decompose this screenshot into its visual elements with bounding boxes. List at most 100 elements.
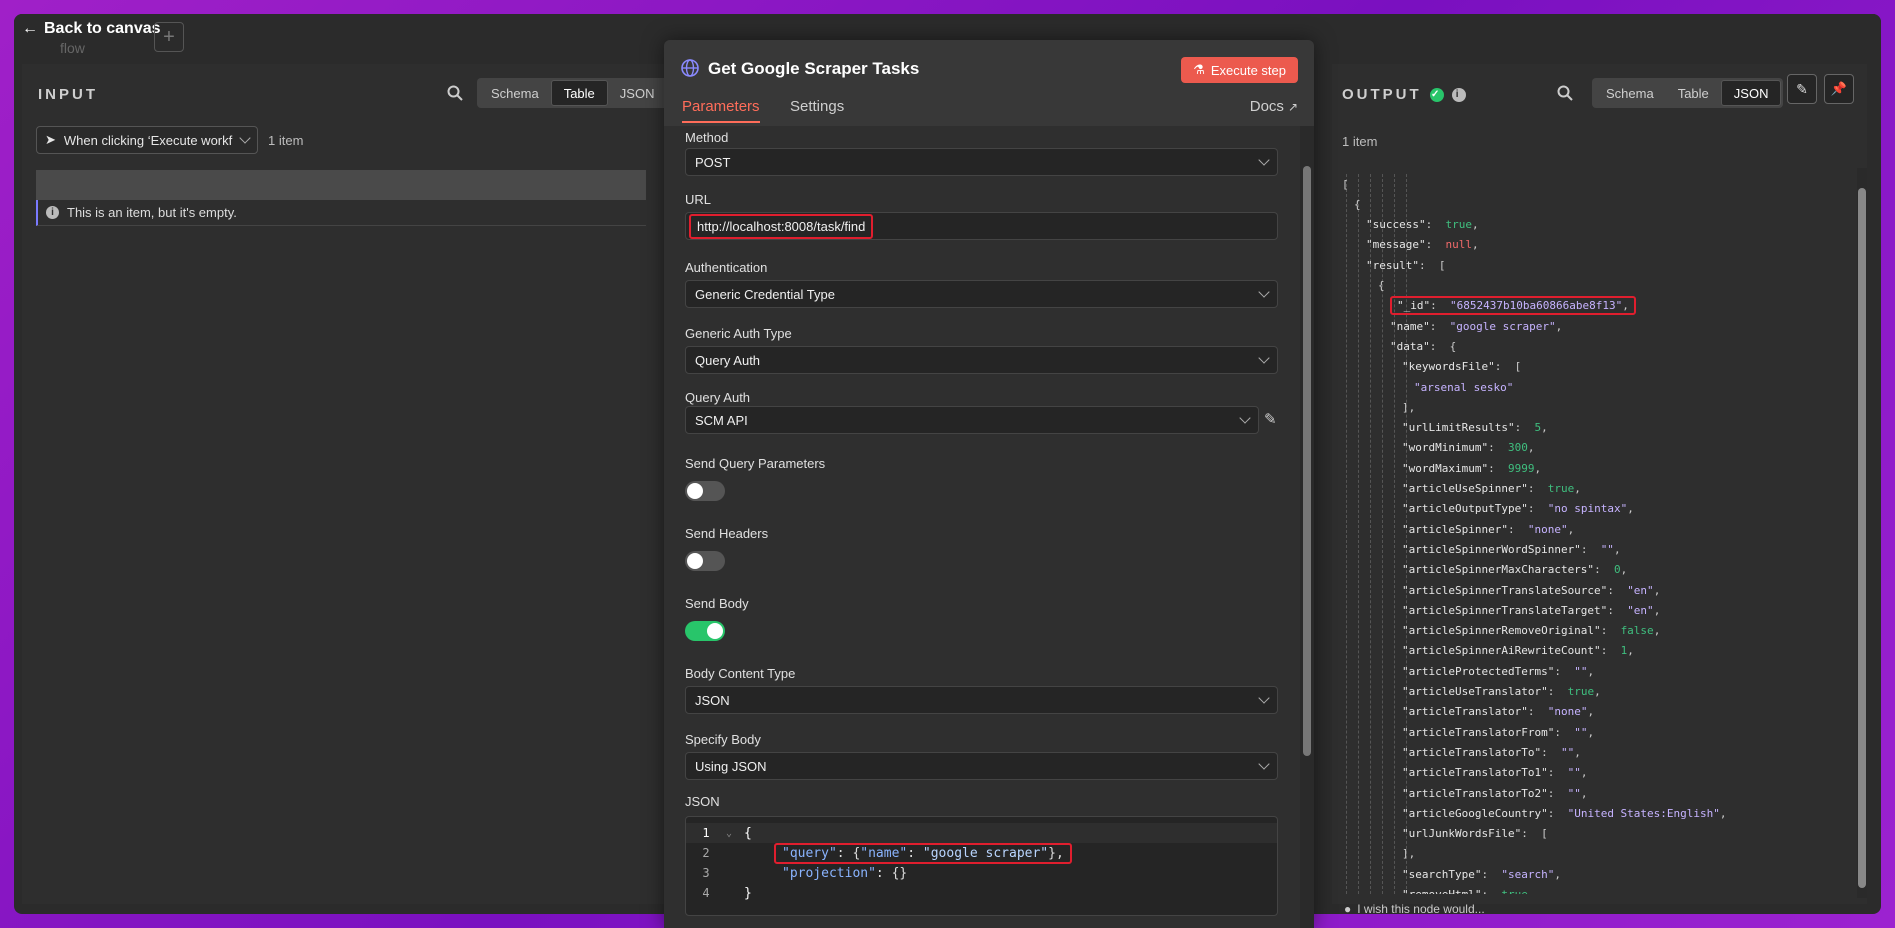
json-key: "urlJunkWordsFile": [1402, 827, 1522, 841]
feedback-row[interactable]: ● I wish this node would...: [1344, 902, 1485, 914]
json-line: "articleTranslator": "none",: [1402, 702, 1594, 722]
parameters-scrollbar[interactable]: [1300, 126, 1314, 928]
json-content: "wordMaximum": 9999,: [1402, 462, 1541, 475]
json-line: {: [1378, 276, 1385, 296]
authentication-select[interactable]: Generic Credential Type: [685, 280, 1278, 308]
json-line: "articleSpinner": "none",: [1402, 519, 1574, 539]
empty-item-row: i This is an item, but it's empty.: [36, 200, 646, 226]
output-scrollbar[interactable]: [1857, 168, 1867, 898]
body-content-type-select[interactable]: JSON: [685, 686, 1278, 714]
json-line: {: [1354, 194, 1361, 214]
json-comma: ,: [1587, 725, 1595, 739]
json-line: "articleUseTranslator": true,: [1402, 682, 1601, 702]
json-line: "success": true,: [1366, 215, 1479, 235]
output-item-count: 1 item: [1342, 134, 1378, 149]
parameters-scrollbar-thumb[interactable]: [1303, 166, 1311, 756]
json-line: ],: [1402, 397, 1415, 417]
edit-credential-icon[interactable]: ✎: [1264, 410, 1277, 428]
json-comma: ,: [1580, 766, 1588, 780]
node-title[interactable]: Get Google Scraper Tasks: [708, 59, 919, 79]
code-text: }: [744, 885, 752, 901]
indent-guide: [1394, 174, 1395, 894]
chevron-down-icon: [1258, 154, 1270, 166]
output-scrollbar-thumb[interactable]: [1858, 188, 1866, 888]
json-line: "articleSpinnerTranslateSource": "en",: [1402, 580, 1660, 600]
input-view-json[interactable]: JSON: [608, 80, 667, 106]
json-id-highlight: "_id": "6852437b10ba60866abe8f13",: [1390, 296, 1636, 316]
json-value: "": [1567, 786, 1581, 800]
json-value: ],: [1402, 847, 1416, 861]
json-body-editor[interactable]: 1 ⌄ { 2 "query": {"name": "google scrape…: [685, 816, 1278, 916]
json-comma: ,: [1567, 522, 1575, 536]
json-value: "none": [1527, 522, 1568, 536]
generic-auth-type-select[interactable]: Query Auth: [685, 346, 1278, 374]
input-view-schema[interactable]: Schema: [479, 80, 551, 106]
node-parameters-panel: Get Google Scraper Tasks ⚗ Execute step …: [664, 40, 1314, 928]
input-view-table[interactable]: Table: [550, 80, 608, 106]
execute-step-button[interactable]: ⚗ Execute step: [1181, 57, 1298, 83]
add-node-button[interactable]: +: [154, 22, 184, 52]
search-icon[interactable]: [1556, 84, 1574, 102]
json-colon: :: [1507, 522, 1528, 536]
json-line: "urlLimitResults": 5,: [1402, 418, 1548, 438]
json-content: "articleSpinnerMaxCharacters": 0,: [1402, 563, 1627, 576]
json-key: "articleSpinnerAiRewriteCount": [1402, 644, 1601, 658]
json-key: "articleSpinnerTranslateTarget": [1402, 603, 1608, 617]
json-content: "wordMinimum": 300,: [1402, 441, 1534, 454]
query-auth-select[interactable]: SCM API: [685, 406, 1259, 434]
output-view-json[interactable]: JSON: [1720, 80, 1782, 106]
send-headers-label: Send Headers: [685, 526, 769, 541]
send-body-toggle[interactable]: [685, 621, 725, 641]
json-value: "": [1567, 766, 1581, 780]
json-content: ],: [1402, 847, 1415, 860]
send-query-parameters-toggle[interactable]: [685, 481, 725, 501]
tab-parameters[interactable]: Parameters: [682, 98, 760, 123]
tab-settings[interactable]: Settings: [790, 98, 844, 115]
pin-output-button[interactable]: 📌: [1824, 74, 1854, 104]
canvas-ghost-text: flow: [60, 40, 85, 56]
input-panel: INPUT Schema Table JSON ➤ When clicking …: [22, 64, 672, 904]
line-number: 3: [702, 866, 710, 880]
json-value: {: [1449, 339, 1457, 353]
json-key: "articleOutputType": [1402, 502, 1528, 516]
output-view-table[interactable]: Table: [1666, 80, 1721, 106]
chevron-down-icon: [1258, 352, 1270, 364]
json-comma: ,: [1574, 745, 1581, 759]
edit-output-button[interactable]: ✎: [1787, 74, 1817, 104]
toggle-knob: [687, 483, 703, 499]
json-comma: ,: [1580, 786, 1588, 800]
fold-icon[interactable]: ⌄: [726, 828, 744, 839]
send-headers-toggle[interactable]: [685, 551, 725, 571]
info-icon: i: [1451, 87, 1466, 102]
json-key: "articleSpinnerRemoveOriginal": [1402, 624, 1601, 638]
json-value: "no spintax": [1547, 502, 1628, 516]
json-comma: ,: [1594, 685, 1601, 698]
json-colon: :: [1600, 624, 1621, 638]
json-key: "_id": [1397, 299, 1431, 313]
json-value: 300: [1507, 441, 1528, 455]
code-line: 4 }: [686, 883, 1277, 903]
json-key: "articleTranslatorTo": [1402, 745, 1542, 759]
docs-link[interactable]: Docs ↗: [1250, 98, 1298, 115]
output-view-schema[interactable]: Schema: [1594, 80, 1666, 106]
json-colon: :: [1494, 360, 1515, 374]
search-icon[interactable]: [446, 84, 464, 102]
json-content: "success": true,: [1366, 218, 1479, 231]
url-input[interactable]: http://localhost:8008/task/find: [685, 212, 1278, 240]
method-select[interactable]: POST: [685, 148, 1278, 176]
specify-body-select[interactable]: Using JSON: [685, 752, 1278, 780]
trigger-node-select[interactable]: ➤ When clicking ‘Execute workfl: [36, 126, 258, 154]
send-query-parameters-label: Send Query Parameters: [685, 456, 826, 471]
back-to-canvas-button[interactable]: ← Back to canvas: [22, 20, 161, 38]
json-comma: ,: [1622, 299, 1629, 313]
indent-guide: [1370, 174, 1371, 894]
chevron-down-icon: [1258, 692, 1270, 704]
json-line: "articleSpinnerAiRewriteCount": 1,: [1402, 641, 1634, 661]
json-colon: :: [1541, 745, 1561, 759]
line-number: 2: [702, 846, 710, 860]
json-comma: ,: [1534, 461, 1542, 475]
json-output-view: [{"success": true, "message": null, "resul…: [1342, 174, 1862, 894]
json-value: true: [1501, 888, 1528, 894]
json-content: "name": "google scraper",: [1390, 320, 1562, 333]
json-line: "articleSpinnerRemoveOriginal": false,: [1402, 621, 1660, 641]
